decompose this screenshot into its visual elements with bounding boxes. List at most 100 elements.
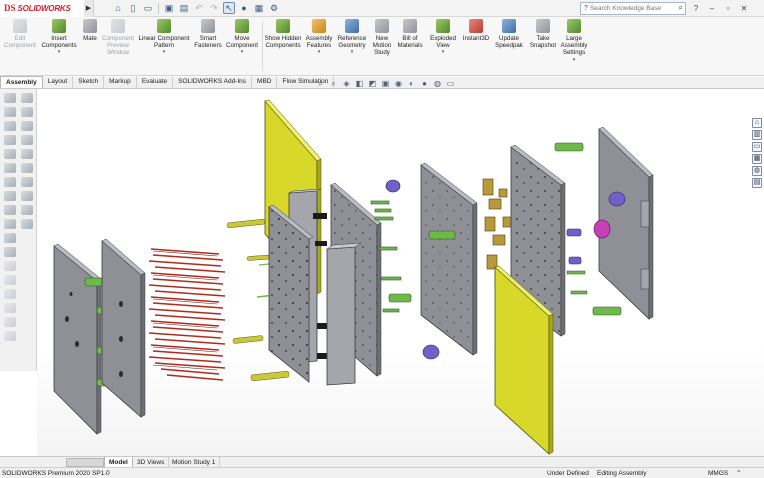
redo-icon[interactable]: ↷ [208,2,220,14]
close-icon[interactable]: ✕ [738,2,750,14]
view-settings-icon[interactable]: ▭ [446,79,455,88]
part-icon[interactable] [3,289,16,299]
tab-mbd[interactable]: MBD [252,76,278,88]
solidworks-resources-home-icon[interactable]: ⌂ [752,118,762,128]
print-icon[interactable]: ▤ [178,2,190,14]
home-icon[interactable]: ⌂ [112,2,124,14]
part-icon[interactable] [3,163,16,173]
part-icon[interactable] [20,135,33,145]
search-knowledge-base[interactable]: ? ⌕ [580,2,686,15]
mate-button[interactable]: Mate [80,19,100,42]
part-icon[interactable] [20,163,33,173]
part-icon[interactable] [20,177,33,187]
rebuild-icon[interactable]: ● [238,2,250,14]
file-properties-icon[interactable]: ▦ [253,2,265,14]
tab-sketch[interactable]: Sketch [73,76,105,88]
part-icon[interactable] [3,107,16,117]
bill-of-materials-button[interactable]: Bill of Materials [396,19,424,49]
chevron-down-icon[interactable]: ▾ [428,49,458,56]
custom-properties-icon[interactable]: ▤ [752,178,762,188]
part-icon[interactable] [3,303,16,313]
part-icon[interactable] [3,261,16,271]
tab-evaluate[interactable]: Evaluate [137,76,174,88]
part-icon[interactable] [3,331,16,341]
part-icon[interactable] [3,149,16,159]
instant3d-button[interactable]: Instant3D [460,19,492,42]
zoom-to-fit-icon[interactable]: ⌕ [316,79,325,88]
display-style-icon[interactable]: ◉ [394,79,403,88]
update-speedpak-button[interactable]: Update Speedpak [494,19,524,49]
part-icon[interactable] [20,219,33,229]
view-palette-icon[interactable]: ▦ [752,154,762,164]
apply-scene-icon[interactable]: ◍ [433,79,442,88]
component-preview-window-button[interactable]: Component Preview Window [101,19,135,57]
search-icon[interactable]: ⌕ [679,3,683,13]
help-icon[interactable]: ? [690,2,702,14]
part-icon[interactable] [20,205,33,215]
part-icon[interactable] [3,219,16,229]
chevron-down-icon[interactable]: ▾ [560,57,588,64]
options-gear-icon[interactable]: ⚙ [268,2,280,14]
part-icon[interactable] [20,149,33,159]
tab-assembly[interactable]: Assembly [0,76,43,88]
chevron-down-icon[interactable]: ▾ [304,49,334,56]
tab-layout[interactable]: Layout [43,76,74,88]
hide-show-items-icon[interactable]: ◐ [407,79,416,88]
chevron-up-icon[interactable]: ⌃ [736,468,741,478]
reference-geometry-button[interactable]: Reference Geometry ▾ [336,19,368,57]
file-explorer-icon[interactable]: ▭ [752,142,762,152]
part-icon[interactable] [3,121,16,131]
part-icon[interactable] [3,135,16,145]
linear-component-pattern-button[interactable]: Linear Component Pattern ▾ [137,19,191,57]
insert-components-button[interactable]: Insert Components ▾ [40,19,78,57]
part-icon[interactable] [20,191,33,201]
part-icon[interactable] [3,247,16,257]
new-document-icon[interactable]: ▯ [127,2,139,14]
restore-icon[interactable]: ▫ [722,2,734,14]
solidworks-logo[interactable]: DS SOLIDWORKS [0,0,84,17]
part-icon[interactable] [20,107,33,117]
part-icon[interactable] [3,191,16,201]
zoom-area-icon[interactable]: ⌕ [329,79,338,88]
part-icon[interactable] [3,275,16,285]
previous-view-icon[interactable]: ◈ [342,79,351,88]
menu-expand-arrow-icon[interactable]: ▶ [84,0,94,17]
tab-markup[interactable]: Markup [104,76,137,88]
view-orientation-icon[interactable]: ▣ [381,79,390,88]
smart-fasteners-button[interactable]: Smart Fasteners [193,19,223,49]
show-hidden-components-button[interactable]: Show Hidden Components [264,19,302,49]
save-icon[interactable]: ▣ [163,2,175,14]
unit-system[interactable]: MMGS [708,468,728,478]
tab-solidworks-add-ins[interactable]: SOLIDWORKS Add-Ins [173,76,253,88]
move-component-button[interactable]: Move Component ▾ [225,19,259,57]
part-icon[interactable] [3,205,16,215]
edit-component-button[interactable]: Edit Component [2,19,38,49]
exploded-view-button[interactable]: Exploded View ▾ [428,19,458,57]
select-pointer-icon[interactable]: ↖ [223,2,235,14]
assembly-features-button[interactable]: Assembly Features ▾ [304,19,334,57]
part-icon[interactable] [3,177,16,187]
assembly-icon[interactable] [3,93,16,103]
chevron-down-icon[interactable]: ▾ [137,49,191,56]
graphics-area[interactable] [37,89,764,456]
exploded-mold-assembly[interactable] [37,89,764,456]
appearances-scenes-icon[interactable]: ◍ [752,166,762,176]
design-library-icon[interactable]: ▥ [752,130,762,140]
section-view-icon[interactable]: ◧ [355,79,364,88]
take-snapshot-button[interactable]: Take Snapshot [528,19,558,49]
mate-icon[interactable] [20,93,33,103]
part-icon[interactable] [20,121,33,131]
large-assembly-settings-button[interactable]: Large Assembly Settings ▾ [560,19,588,64]
search-input[interactable] [589,5,670,12]
undo-icon[interactable]: ↶ [193,2,205,14]
open-folder-icon[interactable]: ▭ [142,2,154,14]
part-icon[interactable] [3,317,16,327]
tab-scroll-bar[interactable] [66,458,104,467]
edit-appearance-icon[interactable]: ● [420,79,429,88]
minimize-icon[interactable]: – [706,2,718,14]
new-motion-study-button[interactable]: New Motion Study [370,19,394,57]
chevron-down-icon[interactable]: ▾ [225,49,259,56]
dynamic-annotation-icon[interactable]: ◩ [368,79,377,88]
chevron-down-icon[interactable]: ▾ [40,49,78,56]
part-icon[interactable] [3,233,16,243]
